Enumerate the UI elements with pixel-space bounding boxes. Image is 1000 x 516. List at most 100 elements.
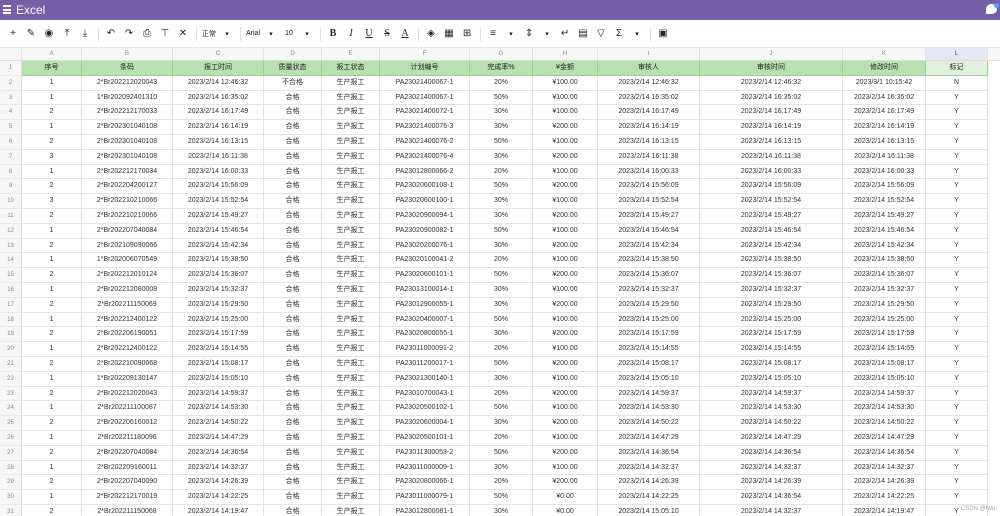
table-cell[interactable]: 2023/2/14 14:32:37 xyxy=(700,460,843,476)
table-cell[interactable]: 生产报工 xyxy=(322,283,380,298)
table-cell[interactable]: 合格 xyxy=(264,475,322,491)
table-cell[interactable]: PA23021400076-3 xyxy=(380,120,470,135)
table-cell[interactable]: 2023/2/14 16:17:49 xyxy=(843,105,926,121)
row-number[interactable]: 1 xyxy=(0,61,22,76)
table-cell[interactable]: ¥100.00 xyxy=(533,283,598,298)
table-cell[interactable]: 2023/2/14 16:13:15 xyxy=(700,135,843,150)
table-cell[interactable]: 生产报工 xyxy=(322,460,380,476)
table-cell[interactable]: 2*Br202211150068 xyxy=(82,505,173,516)
table-cell[interactable]: 20% xyxy=(470,164,533,180)
table-cell[interactable]: 2023/2/14 14:50:22 xyxy=(173,416,264,431)
table-cell[interactable]: 2023/2/14 15:25:00 xyxy=(598,312,700,328)
table-cell[interactable]: 2023/2/14 15:17:59 xyxy=(700,327,843,343)
table-cell[interactable]: ¥200.00 xyxy=(533,416,598,431)
row-number[interactable]: 27 xyxy=(0,445,22,461)
table-cell[interactable]: 2023/2/14 15:08:17 xyxy=(843,357,926,372)
table-icon[interactable]: ▤ xyxy=(576,27,590,41)
table-cell[interactable]: 2023/2/14 14:36:54 xyxy=(598,445,700,461)
table-cell[interactable]: Y xyxy=(926,283,988,298)
edit-icon[interactable]: ✎ xyxy=(24,27,38,41)
table-cell[interactable]: 生产报工 xyxy=(322,209,380,224)
table-cell[interactable]: 2023/2/14 15:25:00 xyxy=(700,312,843,328)
table-cell[interactable]: Y xyxy=(926,445,988,461)
row-number[interactable]: 17 xyxy=(0,297,22,313)
table-cell[interactable]: 生产报工 xyxy=(322,445,380,461)
table-cell[interactable]: 生产报工 xyxy=(322,90,380,106)
row-number[interactable]: 22 xyxy=(0,371,22,387)
table-cell[interactable]: 2023/2/14 14:59:37 xyxy=(598,386,700,402)
table-cell[interactable]: PA23021400076-2 xyxy=(380,135,470,150)
table-cell[interactable]: Y xyxy=(926,135,988,150)
table-cell[interactable]: 1 xyxy=(22,401,82,417)
table-cell[interactable]: 2023/2/14 16:11:38 xyxy=(598,149,700,165)
table-cell[interactable]: PA23020600100-1 xyxy=(380,194,470,209)
table-cell[interactable]: 生产报工 xyxy=(322,401,380,417)
table-cell[interactable]: 1 xyxy=(22,120,82,135)
table-cell[interactable]: 2023/2/14 15:49:27 xyxy=(173,209,264,224)
table-cell[interactable]: ¥100.00 xyxy=(533,342,598,357)
table-cell[interactable]: 不合格 xyxy=(264,75,322,91)
table-cell[interactable]: 2*Br202207040084 xyxy=(82,223,173,239)
table-cell[interactable]: 2023/2/14 15:29:50 xyxy=(700,297,843,313)
table-cell[interactable]: 生产报工 xyxy=(322,505,380,516)
table-cell[interactable]: 合格 xyxy=(264,490,322,505)
table-cell[interactable]: ¥100.00 xyxy=(533,371,598,387)
table-cell[interactable]: 生产报工 xyxy=(322,120,380,135)
table-cell[interactable]: Y xyxy=(926,312,988,328)
table-cell[interactable]: 2023/2/14 15:08:17 xyxy=(173,357,264,372)
table-cell[interactable]: 合格 xyxy=(264,120,322,135)
table-cell[interactable]: 合格 xyxy=(264,445,322,461)
header-cell[interactable]: 报工状态 xyxy=(322,61,380,76)
table-cell[interactable]: 2023/2/14 16:14:19 xyxy=(843,120,926,135)
table-cell[interactable]: 2*Br202204200127 xyxy=(82,179,173,195)
table-cell[interactable]: PA23011000091-2 xyxy=(380,342,470,357)
table-cell[interactable]: 合格 xyxy=(264,357,322,372)
table-cell[interactable]: 2023/2/14 14:26:39 xyxy=(700,475,843,491)
table-cell[interactable]: 合格 xyxy=(264,105,322,121)
table-cell[interactable]: 2023/2/14 16:13:15 xyxy=(173,135,264,150)
row-number[interactable]: 7 xyxy=(0,149,22,165)
column-header-l[interactable]: L xyxy=(926,48,988,60)
table-cell[interactable]: 合格 xyxy=(264,164,322,180)
table-cell[interactable]: Y xyxy=(926,386,988,402)
table-cell[interactable]: ¥200.00 xyxy=(533,297,598,313)
table-cell[interactable]: 合格 xyxy=(264,342,322,357)
table-cell[interactable]: 50% xyxy=(470,90,533,106)
row-number[interactable]: 29 xyxy=(0,475,22,491)
column-header-i[interactable]: I xyxy=(598,48,700,60)
table-cell[interactable]: 30% xyxy=(470,505,533,516)
table-cell[interactable]: 2 xyxy=(22,416,82,431)
table-cell[interactable]: Y xyxy=(926,238,988,254)
table-cell[interactable]: 2023/2/14 15:56:09 xyxy=(173,179,264,195)
table-cell[interactable]: 2023/2/14 14:53:30 xyxy=(598,401,700,417)
table-cell[interactable]: 2 xyxy=(22,386,82,402)
table-cell[interactable]: 2 xyxy=(22,505,82,516)
table-cell[interactable]: 30% xyxy=(470,209,533,224)
table-cell[interactable]: 2023/2/14 15:52:54 xyxy=(598,194,700,209)
table-cell[interactable]: ¥100.00 xyxy=(533,90,598,106)
row-number[interactable]: 14 xyxy=(0,253,22,269)
row-number[interactable]: 26 xyxy=(0,431,22,446)
table-cell[interactable]: Y xyxy=(926,90,988,106)
table-cell[interactable]: 2023/2/14 14:47:29 xyxy=(598,431,700,446)
download-icon[interactable]: ⤓ xyxy=(78,27,92,41)
table-cell[interactable]: 2023/2/14 16:00:33 xyxy=(700,164,843,180)
column-header-f[interactable]: F xyxy=(380,48,470,60)
table-cell[interactable]: 生产报工 xyxy=(322,253,380,269)
table-cell[interactable]: 50% xyxy=(470,223,533,239)
table-cell[interactable]: PA23011000009-1 xyxy=(380,460,470,476)
table-cell[interactable]: 2023/2/14 16:14:19 xyxy=(700,120,843,135)
table-cell[interactable]: 2023/2/14 14:19:47 xyxy=(173,505,264,516)
table-cell[interactable]: 合格 xyxy=(264,297,322,313)
table-cell[interactable]: 生产报工 xyxy=(322,386,380,402)
table-cell[interactable]: Y xyxy=(926,371,988,387)
table-cell[interactable]: Y xyxy=(926,416,988,431)
table-cell[interactable]: Y xyxy=(926,475,988,491)
table-cell[interactable]: 1 xyxy=(22,75,82,91)
table-cell[interactable]: 1 xyxy=(22,342,82,357)
table-cell[interactable]: 2023/2/14 12:46:32 xyxy=(598,75,700,91)
table-cell[interactable]: 2023/2/14 15:36:07 xyxy=(700,268,843,283)
table-cell[interactable]: ¥100.00 xyxy=(533,401,598,417)
column-header-b[interactable]: B xyxy=(82,48,173,60)
table-cell[interactable]: 2*Br202211100087 xyxy=(82,401,173,417)
